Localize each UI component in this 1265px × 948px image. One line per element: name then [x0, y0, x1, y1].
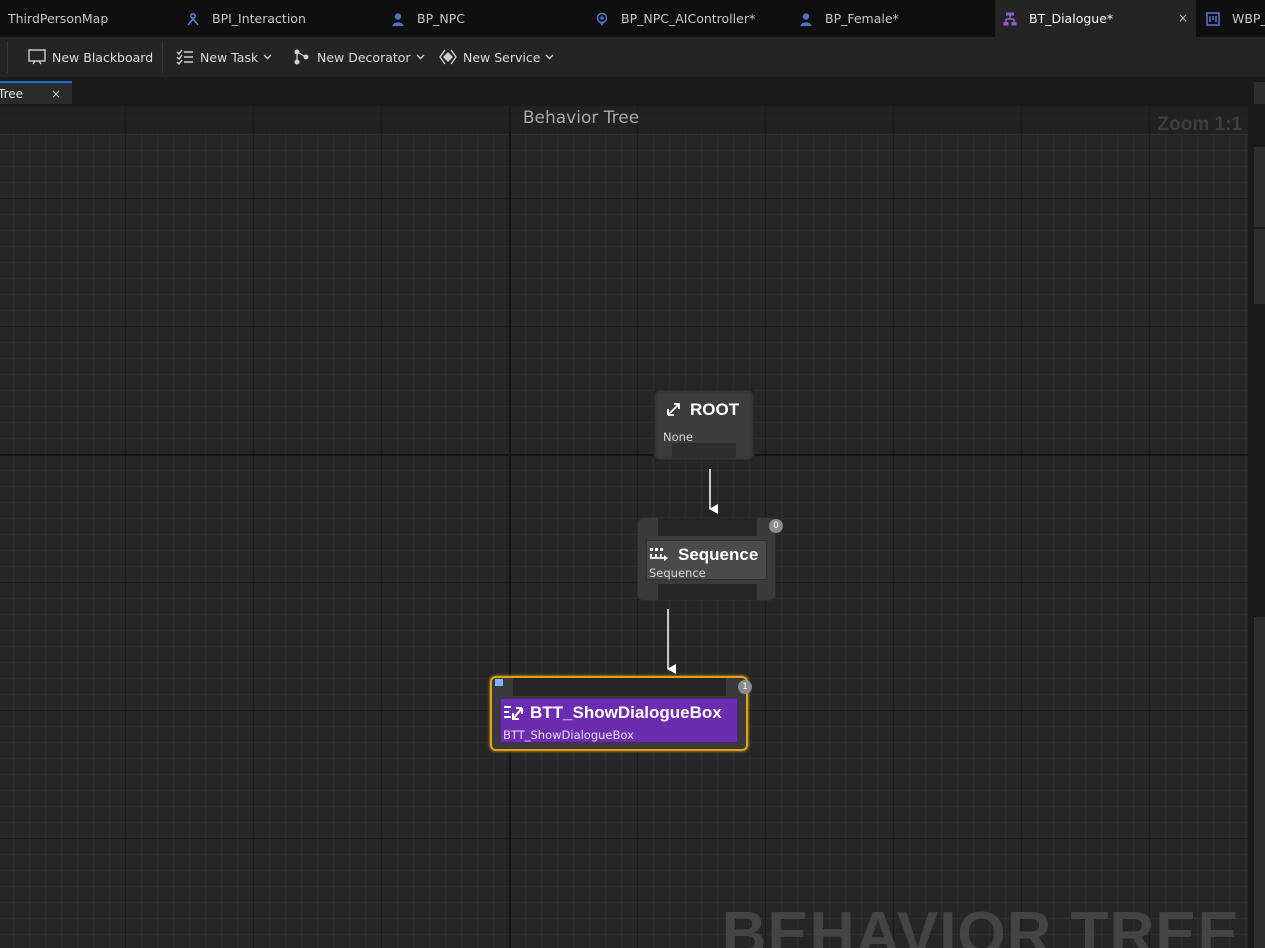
new-blackboard-button[interactable]: New Blackboard [28, 37, 153, 77]
task-list-icon [176, 49, 193, 65]
node-connections [667, 469, 718, 674]
ai-controller-icon [595, 12, 609, 26]
chevron-down-icon [263, 54, 272, 60]
sequence-node-subtitle: Sequence [649, 566, 706, 580]
toolbar-separator [7, 41, 8, 73]
root-node-subtitle: None [663, 430, 694, 444]
blueprint-interface-icon [186, 12, 200, 26]
editor-toolbar: New Blackboard New Task New Decorator Ne… [0, 37, 1265, 78]
behavior-tree-graph-canvas[interactable]: Behavior Tree Zoom 1:1 BEHAVIOR TREE ROO… [0, 106, 1248, 948]
execution-index-badge: 1 [738, 680, 752, 694]
decorator-icon [294, 49, 309, 65]
service-icon [439, 49, 457, 65]
new-blackboard-label: New Blackboard [52, 49, 154, 65]
tab-wbp[interactable]: WBP_ [1206, 0, 1265, 37]
tab-bp-female[interactable]: BP_Female* [799, 0, 899, 37]
tab-label: BPI_Interaction [212, 11, 306, 26]
panel-section [1254, 147, 1265, 227]
tab-label: BP_NPC [417, 11, 465, 26]
new-task-button[interactable]: New Task [176, 37, 272, 77]
tab-thirdpersonmap[interactable]: ThirdPersonMap [8, 0, 108, 37]
sequence-icon [650, 548, 668, 561]
new-decorator-label: New Decorator [317, 49, 411, 65]
tab-label: BP_Female* [825, 11, 899, 26]
close-tab-icon[interactable]: × [1178, 11, 1188, 25]
tab-label: ThirdPersonMap [8, 11, 109, 26]
details-panel-edge [1248, 77, 1265, 948]
task-marker-icon [495, 679, 503, 686]
root-node[interactable]: ROOT None [653, 389, 755, 461]
document-tab-bar: ThirdPersonMap BPI_Interaction BP_NPC BP… [0, 0, 1265, 37]
task-icon [504, 706, 523, 720]
graph-tab-row: Tree × [0, 77, 1265, 106]
tab-bp-npc[interactable]: BP_NPC [391, 0, 465, 37]
character-blueprint-icon [799, 12, 813, 26]
panel-section [1254, 617, 1265, 948]
chevron-down-icon [545, 54, 554, 60]
toolbar-separator [162, 41, 163, 73]
execution-index-badge: 0 [769, 519, 783, 533]
sequence-node[interactable]: Sequence Sequence 0 [637, 517, 783, 601]
chevron-down-icon [416, 54, 425, 60]
task-node-subtitle: BTT_ShowDialogueBox [503, 728, 634, 742]
task-node-title: BTT_ShowDialogueBox [530, 703, 722, 722]
tab-label: BT_Dialogue* [1029, 11, 1114, 26]
tab-bp-npc-aicontroller[interactable]: BP_NPC_AIController* [595, 0, 755, 37]
character-blueprint-icon [391, 12, 405, 26]
tab-behavior-tree-graph[interactable]: Tree × [0, 81, 72, 104]
task-input-pin[interactable] [513, 678, 726, 696]
sequence-output-pin[interactable] [658, 584, 757, 600]
graph-tab-label: Tree [0, 86, 24, 101]
panel-section-header [1254, 82, 1265, 104]
btt-showdialoguebox-node[interactable]: BTT_ShowDialogueBox BTT_ShowDialogueBox … [490, 676, 752, 751]
behavior-tree-icon [1003, 12, 1017, 26]
widget-blueprint-icon [1206, 11, 1220, 26]
tab-bpi-interaction[interactable]: BPI_Interaction [186, 0, 306, 37]
sequence-node-title: Sequence [678, 545, 759, 564]
tab-label: WBP_ [1232, 11, 1265, 26]
task-node-body: BTT_ShowDialogueBox BTT_ShowDialogueBox [500, 698, 738, 743]
sequence-input-pin[interactable] [658, 518, 757, 536]
panel-section [1254, 229, 1265, 304]
new-service-label: New Service [463, 49, 541, 65]
new-task-label: New Task [200, 49, 259, 65]
blackboard-icon [28, 49, 46, 65]
new-service-button[interactable]: New Service [439, 37, 554, 77]
close-graph-tab-icon[interactable]: × [51, 87, 61, 101]
tab-label: BP_NPC_AIController* [621, 11, 756, 26]
sequence-node-body: Sequence Sequence [646, 540, 767, 580]
root-icon [667, 403, 680, 416]
new-decorator-button[interactable]: New Decorator [293, 37, 425, 77]
root-node-title: ROOT [690, 400, 740, 419]
tab-bt-dialogue[interactable]: BT_Dialogue* × [995, 0, 1196, 37]
root-output-pin[interactable] [672, 443, 736, 458]
